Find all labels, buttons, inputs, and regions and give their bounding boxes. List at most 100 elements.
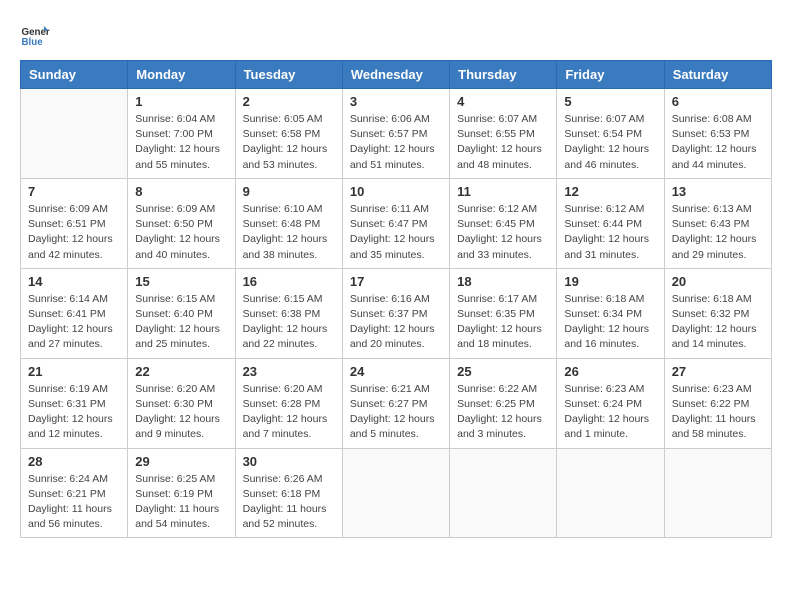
day-number: 27 xyxy=(672,364,764,379)
day-number: 13 xyxy=(672,184,764,199)
day-info: Sunrise: 6:12 AM Sunset: 6:45 PM Dayligh… xyxy=(457,202,549,263)
calendar-cell: 4Sunrise: 6:07 AM Sunset: 6:55 PM Daylig… xyxy=(450,89,557,179)
calendar-cell xyxy=(21,89,128,179)
calendar-cell: 5 Sunrise: 6:07 AM Sunset: 6:54 PM Daylig… xyxy=(557,89,664,179)
day-info: Sunrise: 6:26 AM Sunset: 6:18 PM Dayligh… xyxy=(243,472,335,533)
day-number: 26 xyxy=(564,364,656,379)
day-number: 23 xyxy=(243,364,335,379)
day-info: Sunrise: 6:10 AM Sunset: 6:48 PM Dayligh… xyxy=(243,202,335,263)
calendar-day-header: Sunday xyxy=(21,61,128,89)
day-info: Sunrise: 6:05 AM Sunset: 6:58 PM Dayligh… xyxy=(243,112,335,173)
day-number: 20 xyxy=(672,274,764,289)
day-number: 19 xyxy=(564,274,656,289)
calendar-table: SundayMondayTuesdayWednesdayThursdayFrid… xyxy=(20,60,772,538)
calendar-cell: 11 Sunrise: 6:12 AM Sunset: 6:45 PM Dayli… xyxy=(450,178,557,268)
calendar-day-header: Tuesday xyxy=(235,61,342,89)
calendar-day-header: Saturday xyxy=(664,61,771,89)
calendar-week-row: 7 Sunrise: 6:09 AM Sunset: 6:51 PM Daylig… xyxy=(21,178,772,268)
calendar-cell: 20 Sunrise: 6:18 AM Sunset: 6:32 PM Dayli… xyxy=(664,268,771,358)
day-info: Sunrise: 6:23 AM Sunset: 6:22 PM Dayligh… xyxy=(672,382,764,443)
calendar-cell: 18 Sunrise: 6:17 AM Sunset: 6:35 PM Dayli… xyxy=(450,268,557,358)
calendar-cell xyxy=(557,448,664,538)
day-number: 29 xyxy=(135,454,227,469)
day-number: 24 xyxy=(350,364,442,379)
calendar-cell: 27 Sunrise: 6:23 AM Sunset: 6:22 PM Dayli… xyxy=(664,358,771,448)
day-info: Sunrise: 6:22 AM Sunset: 6:25 PM Dayligh… xyxy=(457,382,549,443)
day-number: 25 xyxy=(457,364,549,379)
day-number: 10 xyxy=(350,184,442,199)
calendar-cell xyxy=(664,448,771,538)
day-number: 28 xyxy=(28,454,120,469)
logo: General Blue xyxy=(20,20,54,50)
calendar-cell: 29 Sunrise: 6:25 AM Sunset: 6:19 PM Dayli… xyxy=(128,448,235,538)
day-info: Sunrise: 6:11 AM Sunset: 6:47 PM Dayligh… xyxy=(350,202,442,263)
calendar-cell xyxy=(342,448,449,538)
day-number: 18 xyxy=(457,274,549,289)
calendar-cell: 25 Sunrise: 6:22 AM Sunset: 6:25 PM Dayli… xyxy=(450,358,557,448)
calendar-day-header: Monday xyxy=(128,61,235,89)
calendar-week-row: 1Sunrise: 6:04 AM Sunset: 7:00 PM Daylig… xyxy=(21,89,772,179)
day-number: 5 xyxy=(564,94,656,109)
day-number: 11 xyxy=(457,184,549,199)
calendar-cell: 3 Sunrise: 6:06 AM Sunset: 6:57 PM Daylig… xyxy=(342,89,449,179)
calendar-cell: 24 Sunrise: 6:21 AM Sunset: 6:27 PM Dayli… xyxy=(342,358,449,448)
day-info: Sunrise: 6:12 AM Sunset: 6:44 PM Dayligh… xyxy=(564,202,656,263)
day-info: Sunrise: 6:09 AM Sunset: 6:50 PM Dayligh… xyxy=(135,202,227,263)
calendar-cell: 28 Sunrise: 6:24 AM Sunset: 6:21 PM Dayli… xyxy=(21,448,128,538)
calendar-day-header: Friday xyxy=(557,61,664,89)
day-number: 21 xyxy=(28,364,120,379)
calendar-day-header: Wednesday xyxy=(342,61,449,89)
day-number: 8 xyxy=(135,184,227,199)
day-info: Sunrise: 6:24 AM Sunset: 6:21 PM Dayligh… xyxy=(28,472,120,533)
day-info: Sunrise: 6:14 AM Sunset: 6:41 PM Dayligh… xyxy=(28,292,120,353)
day-info: Sunrise: 6:13 AM Sunset: 6:43 PM Dayligh… xyxy=(672,202,764,263)
day-number: 15 xyxy=(135,274,227,289)
day-info: Sunrise: 6:21 AM Sunset: 6:27 PM Dayligh… xyxy=(350,382,442,443)
calendar-week-row: 28 Sunrise: 6:24 AM Sunset: 6:21 PM Dayli… xyxy=(21,448,772,538)
day-info: Sunrise: 6:08 AM Sunset: 6:53 PM Dayligh… xyxy=(672,112,764,173)
calendar-week-row: 14 Sunrise: 6:14 AM Sunset: 6:41 PM Dayli… xyxy=(21,268,772,358)
day-info: Sunrise: 6:25 AM Sunset: 6:19 PM Dayligh… xyxy=(135,472,227,533)
calendar-cell: 17 Sunrise: 6:16 AM Sunset: 6:37 PM Dayli… xyxy=(342,268,449,358)
calendar-cell: 6 Sunrise: 6:08 AM Sunset: 6:53 PM Daylig… xyxy=(664,89,771,179)
day-info: Sunrise: 6:09 AM Sunset: 6:51 PM Dayligh… xyxy=(28,202,120,263)
calendar-cell: 8 Sunrise: 6:09 AM Sunset: 6:50 PM Daylig… xyxy=(128,178,235,268)
day-info: Sunrise: 6:15 AM Sunset: 6:40 PM Dayligh… xyxy=(135,292,227,353)
calendar-cell: 16Sunrise: 6:15 AM Sunset: 6:38 PM Dayli… xyxy=(235,268,342,358)
day-info: Sunrise: 6:17 AM Sunset: 6:35 PM Dayligh… xyxy=(457,292,549,353)
day-info: Sunrise: 6:19 AM Sunset: 6:31 PM Dayligh… xyxy=(28,382,120,443)
day-number: 17 xyxy=(350,274,442,289)
calendar-cell: 21 Sunrise: 6:19 AM Sunset: 6:31 PM Dayli… xyxy=(21,358,128,448)
day-info: Sunrise: 6:18 AM Sunset: 6:32 PM Dayligh… xyxy=(672,292,764,353)
calendar-cell: 30 Sunrise: 6:26 AM Sunset: 6:18 PM Dayli… xyxy=(235,448,342,538)
day-info: Sunrise: 6:23 AM Sunset: 6:24 PM Dayligh… xyxy=(564,382,656,443)
day-number: 30 xyxy=(243,454,335,469)
calendar-cell: 19Sunrise: 6:18 AM Sunset: 6:34 PM Dayli… xyxy=(557,268,664,358)
calendar-cell: 15 Sunrise: 6:15 AM Sunset: 6:40 PM Dayli… xyxy=(128,268,235,358)
day-number: 6 xyxy=(672,94,764,109)
day-number: 2 xyxy=(243,94,335,109)
day-info: Sunrise: 6:20 AM Sunset: 6:28 PM Dayligh… xyxy=(243,382,335,443)
calendar-cell: 23 Sunrise: 6:20 AM Sunset: 6:28 PM Dayli… xyxy=(235,358,342,448)
day-number: 4 xyxy=(457,94,549,109)
day-info: Sunrise: 6:06 AM Sunset: 6:57 PM Dayligh… xyxy=(350,112,442,173)
page-header: General Blue xyxy=(20,20,772,50)
calendar-cell: 12 Sunrise: 6:12 AM Sunset: 6:44 PM Dayli… xyxy=(557,178,664,268)
day-info: Sunrise: 6:20 AM Sunset: 6:30 PM Dayligh… xyxy=(135,382,227,443)
day-number: 7 xyxy=(28,184,120,199)
day-info: Sunrise: 6:16 AM Sunset: 6:37 PM Dayligh… xyxy=(350,292,442,353)
calendar-week-row: 21 Sunrise: 6:19 AM Sunset: 6:31 PM Dayli… xyxy=(21,358,772,448)
day-number: 14 xyxy=(28,274,120,289)
svg-text:Blue: Blue xyxy=(22,37,44,48)
calendar-cell xyxy=(450,448,557,538)
calendar-cell: 1Sunrise: 6:04 AM Sunset: 7:00 PM Daylig… xyxy=(128,89,235,179)
day-info: Sunrise: 6:07 AM Sunset: 6:54 PM Dayligh… xyxy=(564,112,656,173)
logo-icon: General Blue xyxy=(20,20,50,50)
day-number: 3 xyxy=(350,94,442,109)
day-number: 16 xyxy=(243,274,335,289)
calendar-cell: 26 Sunrise: 6:23 AM Sunset: 6:24 PM Dayli… xyxy=(557,358,664,448)
day-number: 22 xyxy=(135,364,227,379)
calendar-cell: 14 Sunrise: 6:14 AM Sunset: 6:41 PM Dayli… xyxy=(21,268,128,358)
day-number: 12 xyxy=(564,184,656,199)
calendar-cell: 7 Sunrise: 6:09 AM Sunset: 6:51 PM Daylig… xyxy=(21,178,128,268)
